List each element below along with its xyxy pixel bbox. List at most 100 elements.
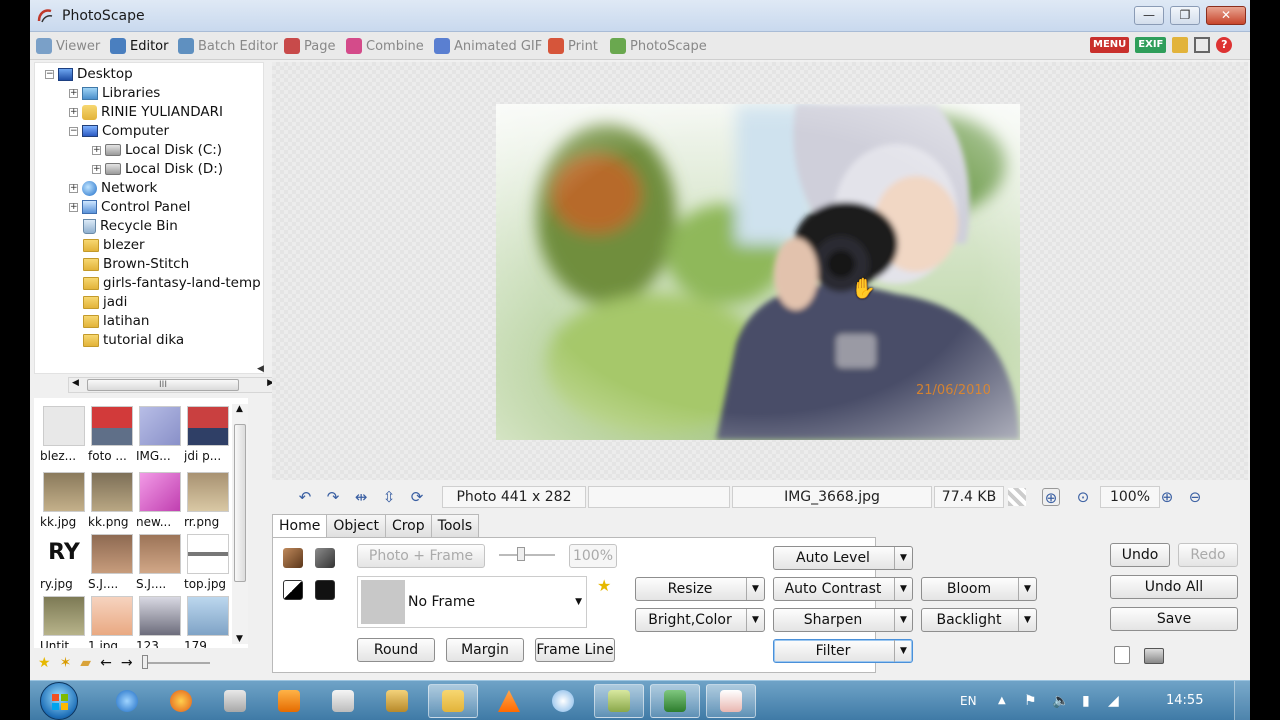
rotate-right-icon[interactable]: ↷	[324, 488, 342, 506]
dropdown-arrow-icon[interactable]: ▼	[1018, 609, 1036, 631]
network-status-icon[interactable]: ◢	[1108, 681, 1119, 720]
taskbar-explorer[interactable]	[428, 684, 478, 718]
maximize-button[interactable]: ❐	[1170, 6, 1200, 25]
thumbnail-item[interactable]: IMG...	[136, 406, 184, 466]
thumbnail-item[interactable]: kk.jpg	[40, 472, 88, 532]
taskbar-app[interactable]	[538, 684, 588, 718]
tree-item-desktop[interactable]: − Desktop	[45, 65, 133, 83]
fit-screen-icon[interactable]: ⊕	[1042, 488, 1060, 507]
tab-tools[interactable]: Tools	[430, 514, 480, 538]
flip-horizontal-icon[interactable]: ⇹	[352, 488, 370, 506]
bloom-button[interactable]: Bloom ▼	[921, 577, 1037, 601]
thumbnail-item[interactable]: S.J....	[88, 534, 136, 594]
tab-editor[interactable]: Editor	[110, 36, 168, 56]
thumbnail-item[interactable]: 179...	[184, 596, 232, 648]
favorite-star-icon[interactable]: ★	[38, 655, 51, 671]
thumbnail-item[interactable]: S.J....	[136, 534, 184, 594]
tree-item-control-panel[interactable]: + Control Panel	[69, 198, 191, 216]
taskbar-photoscape[interactable]	[706, 684, 756, 718]
taskbar-app[interactable]	[372, 684, 422, 718]
new-document-icon[interactable]	[1114, 646, 1130, 664]
open-folder-icon[interactable]: ▰	[80, 655, 91, 671]
tab-print[interactable]: Print	[548, 36, 598, 56]
save-button[interactable]: Save	[1110, 607, 1238, 631]
thumbnail-vertical-scrollbar[interactable]: ▲ ▼	[232, 404, 248, 644]
tab-page[interactable]: Page	[284, 36, 335, 56]
expand-icon[interactable]: +	[69, 107, 78, 117]
dropdown-arrow-icon[interactable]: ▼	[894, 547, 912, 569]
frame-line-button[interactable]: Frame Line	[535, 638, 615, 662]
taskbar-media-player[interactable]	[264, 684, 314, 718]
tab-animated-gif[interactable]: Animated GIF	[434, 36, 542, 56]
rotate-left-icon[interactable]: ↶	[296, 488, 314, 506]
exif-button[interactable]: EXIF	[1135, 37, 1167, 53]
scroll-up-icon[interactable]: ▲	[236, 404, 243, 414]
expand-icon[interactable]: +	[92, 164, 101, 174]
dropdown-arrow-icon[interactable]: ▼	[746, 578, 764, 600]
tree-item-recycle-bin[interactable]: Recycle Bin	[83, 217, 178, 235]
black-white-icon[interactable]	[283, 580, 303, 600]
menu-button[interactable]: MENU	[1090, 37, 1130, 53]
dropdown-arrow-icon[interactable]: ▼	[894, 609, 912, 631]
collapse-icon[interactable]: −	[45, 69, 54, 79]
taskbar-ie[interactable]	[102, 684, 152, 718]
tree-item-computer[interactable]: − Computer	[69, 122, 169, 140]
actual-size-icon[interactable]: ⊙	[1074, 488, 1092, 506]
brown-swatch-icon[interactable]	[283, 548, 303, 568]
favorite-frame-star-icon[interactable]: ★	[597, 576, 611, 595]
undo-button[interactable]: Undo	[1110, 543, 1170, 567]
tree-item-folder[interactable]: Brown-Stitch	[83, 255, 189, 273]
photo-frame-button[interactable]: Photo + Frame	[357, 544, 485, 568]
auto-level-button[interactable]: Auto Level ▼	[773, 546, 913, 570]
negative-icon[interactable]	[315, 580, 335, 600]
margin-button[interactable]: Margin	[446, 638, 524, 662]
dropdown-arrow-icon[interactable]: ▼	[746, 609, 764, 631]
start-button[interactable]	[40, 682, 78, 720]
tree-item-local-disk-c[interactable]: + Local Disk (C:)	[92, 141, 222, 159]
transparency-grid-icon[interactable]	[1008, 488, 1026, 506]
tab-photoscape[interactable]: PhotoScape	[610, 36, 707, 56]
battery-icon[interactable]: ▮	[1082, 681, 1090, 720]
tree-item-folder[interactable]: tutorial dika	[83, 331, 184, 349]
tree-item-user[interactable]: + RINIE YULIANDARI	[69, 103, 223, 121]
volume-icon[interactable]: 🔈	[1052, 681, 1069, 720]
thumbnail-item[interactable]: RY ry.jpg	[40, 534, 88, 594]
slider-knob-icon[interactable]	[141, 655, 148, 669]
thumbnail-item[interactable]: 123...	[136, 596, 184, 648]
image-canvas[interactable]: 21/06/2010 ✋	[272, 62, 1248, 480]
taskbar-app[interactable]	[210, 684, 260, 718]
dropdown-arrow-icon[interactable]: ▼	[575, 597, 582, 607]
backlight-button[interactable]: Backlight ▼	[921, 608, 1037, 632]
expand-icon[interactable]: +	[69, 183, 78, 193]
expand-icon[interactable]: +	[92, 145, 101, 155]
tab-viewer[interactable]: Viewer	[36, 36, 100, 56]
taskbar-app[interactable]	[650, 684, 700, 718]
tab-home[interactable]: Home	[272, 514, 328, 539]
thumbnail-item[interactable]: kk.png	[88, 472, 136, 532]
scroll-down-icon[interactable]: ▼	[236, 634, 243, 644]
zoom-in-icon[interactable]: ⊕	[1158, 488, 1176, 506]
refresh-icon[interactable]: ⟳	[408, 488, 426, 506]
clock[interactable]: 14:55	[1166, 681, 1203, 720]
help-icon[interactable]: ?	[1216, 37, 1233, 53]
tree-item-folder[interactable]: girls-fantasy-land-temp	[83, 274, 261, 292]
thumbnail-item[interactable]: top.jpg	[184, 534, 232, 594]
redo-button[interactable]: Redo	[1178, 543, 1238, 567]
minimize-button[interactable]: —	[1134, 6, 1164, 25]
collapse-panel-arrow-icon[interactable]: ◀	[257, 364, 264, 374]
round-button[interactable]: Round	[357, 638, 435, 662]
scroll-left-icon[interactable]: ◀	[72, 378, 79, 388]
thumbnail-item[interactable]: blez...	[40, 406, 88, 466]
show-desktop-button[interactable]	[1234, 681, 1250, 720]
scrollbar-thumb[interactable]	[234, 424, 246, 582]
gray-swatch-icon[interactable]	[315, 548, 335, 568]
tree-item-network[interactable]: + Network	[69, 179, 157, 197]
tray-flag-icon[interactable]: ⚑	[1024, 681, 1037, 720]
expand-icon[interactable]: +	[69, 88, 78, 98]
slider-knob-icon[interactable]	[517, 547, 525, 561]
frame-opacity-slider[interactable]	[499, 547, 555, 561]
sharpen-button[interactable]: Sharpen ▼	[773, 608, 913, 632]
expand-icon[interactable]: +	[69, 202, 78, 212]
thumbnail-item[interactable]: new...	[136, 472, 184, 532]
taskbar-firefox[interactable]	[156, 684, 206, 718]
